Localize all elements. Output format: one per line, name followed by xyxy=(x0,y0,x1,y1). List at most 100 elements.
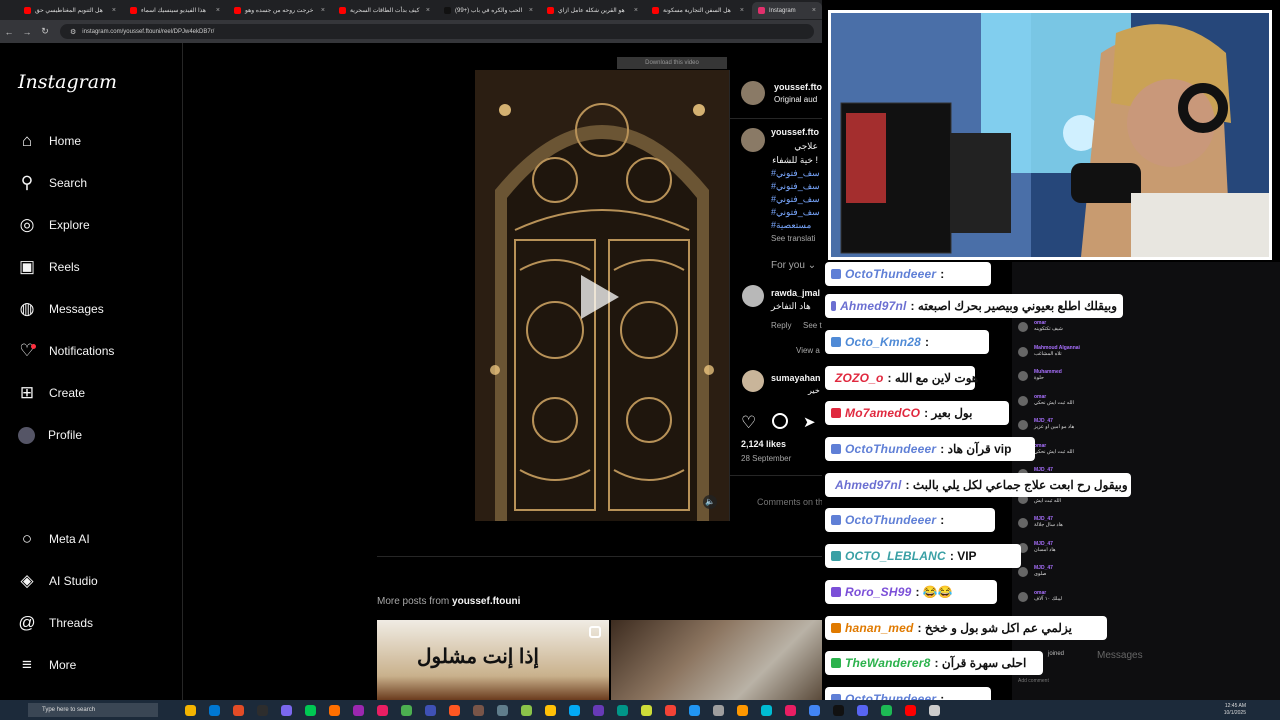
taskbar-app-icon[interactable] xyxy=(305,704,316,716)
sidebar-item-explore[interactable]: ◎ Explore xyxy=(18,215,90,235)
taskbar-app-icon[interactable] xyxy=(377,704,388,716)
taskbar-app-icon[interactable] xyxy=(833,704,844,716)
taskbar-app-icon[interactable] xyxy=(401,704,412,716)
sidebar-item-threads[interactable]: @ Threads xyxy=(18,613,93,633)
taskbar-app-icon[interactable] xyxy=(857,704,868,716)
comment-user-2[interactable]: sumayahan xyxy=(771,373,821,383)
more-post-thumb-1[interactable]: إذا إنت مشلول xyxy=(377,620,609,700)
taskbar-app-icon[interactable] xyxy=(449,704,460,716)
sidebar-item-reels[interactable]: ▣ Reels xyxy=(18,257,80,277)
taskbar-app-icon[interactable] xyxy=(905,704,916,716)
taskbar-app-icon[interactable] xyxy=(425,704,436,716)
comment-user-1[interactable]: rawda_jmal xyxy=(771,288,820,298)
taskbar-app-icon[interactable] xyxy=(473,704,484,716)
tab-close-icon[interactable]: × xyxy=(216,7,220,14)
taskbar-app-icon[interactable] xyxy=(761,704,772,716)
comment-reply-1[interactable]: Reply xyxy=(771,321,791,330)
taskbar-app-icon[interactable] xyxy=(209,704,220,716)
caption-author[interactable]: youssef.fto xyxy=(771,127,819,137)
for-you-dropdown[interactable]: For you ⌄ xyxy=(771,260,816,271)
author-avatar[interactable] xyxy=(741,81,765,105)
caption-hashtag[interactable]: #سف_فتوني xyxy=(771,168,820,179)
stream-chat-input[interactable]: Add comment xyxy=(1018,678,1248,688)
tab-close-icon[interactable]: × xyxy=(426,7,430,14)
tab-close-icon[interactable]: × xyxy=(634,7,638,14)
taskbar-app-icon[interactable] xyxy=(545,704,556,716)
forward-icon[interactable]: → xyxy=(18,27,36,37)
sidebar-item-create[interactable]: ⊞ Create xyxy=(18,383,85,403)
caption-hashtag[interactable]: #مستعصية xyxy=(771,220,811,231)
taskbar-app-icon[interactable] xyxy=(785,704,796,716)
taskbar-app-icon[interactable] xyxy=(809,704,820,716)
mute-icon[interactable]: 🔈 xyxy=(703,495,717,509)
tab-close-icon[interactable]: × xyxy=(321,7,325,14)
instagram-logo[interactable]: Instagram xyxy=(18,71,117,93)
sidebar-item-home[interactable]: ⌂ Home xyxy=(18,131,81,151)
taskbar-app-icon[interactable] xyxy=(713,704,724,716)
more-post-thumb-2[interactable] xyxy=(611,620,822,700)
site-info-icon[interactable]: ⚙ xyxy=(70,28,76,36)
taskbar-app-icon[interactable] xyxy=(737,704,748,716)
browser-tab[interactable]: Instagram × xyxy=(752,2,822,19)
taskbar-app-icon[interactable] xyxy=(521,704,532,716)
sidebar-item-profile[interactable]: Profile xyxy=(18,425,82,445)
comment-avatar-1[interactable] xyxy=(742,285,764,307)
reel-video[interactable]: 🔈 xyxy=(475,70,729,521)
browser-tab[interactable]: خرجت روحه من جسده وهو × xyxy=(228,2,331,19)
download-video-button[interactable]: Download this video xyxy=(617,57,727,69)
taskbar-app-icon[interactable] xyxy=(929,704,940,716)
browser-tab[interactable]: هو القرين شكله عامل ازاي × xyxy=(541,2,644,19)
taskbar-app-icon[interactable] xyxy=(257,704,268,716)
post-audio[interactable]: Original aud xyxy=(774,95,817,104)
sidebar-item-search[interactable]: ⚲ Search xyxy=(18,173,87,193)
taskbar-app-icon[interactable] xyxy=(497,704,508,716)
play-icon[interactable] xyxy=(581,275,619,319)
caption-avatar[interactable] xyxy=(741,128,765,152)
taskbar-app-icon[interactable] xyxy=(329,704,340,716)
likes-count[interactable]: 2,124 likes xyxy=(741,439,786,449)
browser-tab[interactable]: هذا الفيديو سينسيك اسماء × xyxy=(124,2,226,19)
tab-close-icon[interactable]: × xyxy=(812,7,816,14)
sidebar-item-ai-studio[interactable]: ◈ AI Studio xyxy=(18,571,97,591)
view-replies-1[interactable]: View a xyxy=(796,346,820,355)
tab-close-icon[interactable]: × xyxy=(112,7,116,14)
sidebar-item-more[interactable]: ≡ More xyxy=(18,655,76,675)
taskbar-app-icon[interactable] xyxy=(593,704,604,716)
comment-see-translation-1[interactable]: See tra xyxy=(803,321,822,330)
taskbar-app-icon[interactable] xyxy=(569,704,580,716)
sidebar-item-notifications[interactable]: ♡ Notifications xyxy=(18,341,114,361)
taskbar-app-icon[interactable] xyxy=(233,704,244,716)
taskbar-app-icon[interactable] xyxy=(353,704,364,716)
comment-avatar-2[interactable] xyxy=(742,370,764,392)
tab-close-icon[interactable]: × xyxy=(740,7,744,14)
taskbar-app-icon[interactable] xyxy=(689,704,700,716)
taskbar-clock[interactable]: 12:45 AM 10/1/2025 xyxy=(1224,703,1246,717)
comment-icon[interactable] xyxy=(772,413,788,429)
taskbar-app-icon[interactable] xyxy=(641,704,652,716)
tab-close-icon[interactable]: × xyxy=(529,7,533,14)
caption-hashtag[interactable]: #سف_فتوني xyxy=(771,181,820,192)
browser-tab[interactable]: (99+) الحب والكره في باب × xyxy=(438,2,539,19)
back-icon[interactable]: ← xyxy=(0,27,18,37)
like-heart-icon[interactable]: ♡ xyxy=(741,413,756,433)
reload-icon[interactable]: ↻ xyxy=(36,26,54,37)
browser-tab[interactable]: كيف بدأت الطاقات السحرية × xyxy=(333,2,436,19)
more-posts-author[interactable]: youssef.ftouni xyxy=(452,596,520,607)
caption-hashtag[interactable]: #سف_فتوني xyxy=(771,194,820,205)
sidebar-item-meta-ai[interactable]: ○ Meta AI xyxy=(18,529,90,549)
taskbar-app-icon[interactable] xyxy=(665,704,676,716)
stream-chat-user[interactable]: Mahmoud Algannai xyxy=(1034,345,1080,351)
post-author[interactable]: youssef.fto xyxy=(774,82,822,92)
url-field[interactable]: ⚙ instagram.com/youssef.ftouni/reel/DPJw… xyxy=(60,24,814,39)
taskbar-app-icon[interactable] xyxy=(185,704,196,716)
browser-tab[interactable]: هل التنويم المغناطيسي حق × xyxy=(18,2,122,19)
caption-hashtag[interactable]: #سف_فتوني xyxy=(771,207,820,218)
taskbar-search-field[interactable]: Type here to search xyxy=(28,703,158,717)
sidebar-item-messages[interactable]: ◍ Messages xyxy=(18,299,104,319)
taskbar-app-icon[interactable] xyxy=(881,704,892,716)
stream-chat-user[interactable]: MJD_47 xyxy=(1034,541,1056,547)
browser-tab[interactable]: هل السفن التجارية مسكونة × xyxy=(646,2,750,19)
taskbar-app-icon[interactable] xyxy=(617,704,628,716)
taskbar-app-icon[interactable] xyxy=(281,704,292,716)
caption-see-translation[interactable]: See translati xyxy=(771,234,815,243)
